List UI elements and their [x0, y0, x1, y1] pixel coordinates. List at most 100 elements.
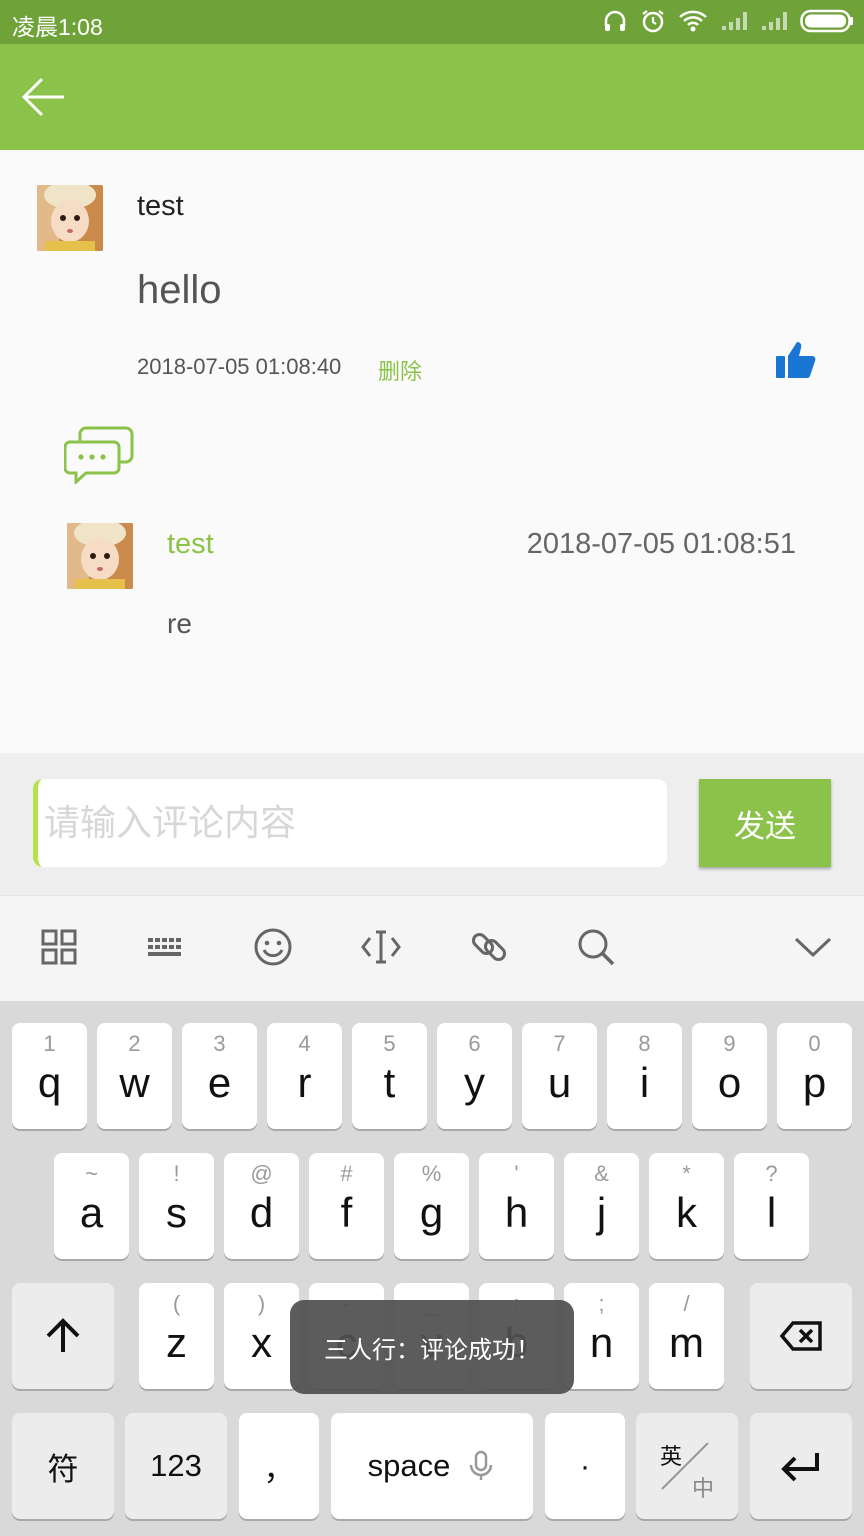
key-hint: 5	[383, 1031, 396, 1056]
key-x[interactable]: ) x	[224, 1283, 299, 1389]
key-label: i	[639, 1059, 650, 1106]
battery-icon	[800, 9, 853, 33]
symbols-key[interactable]: 符	[12, 1413, 114, 1519]
key-z[interactable]: (z	[139, 1283, 214, 1389]
diagonal-divider-icon	[661, 1442, 709, 1490]
chevron-down-icon[interactable]	[792, 926, 834, 968]
key-o[interactable]: 9o	[692, 1023, 767, 1129]
search-icon[interactable]	[575, 926, 617, 968]
key-label: x	[251, 1319, 272, 1366]
key-label: r	[297, 1059, 312, 1106]
key-m[interactable]: / m	[649, 1283, 724, 1389]
key-hint: /	[683, 1291, 690, 1316]
key-h[interactable]: ' h	[479, 1153, 554, 1259]
period-key[interactable]: ·	[545, 1413, 625, 1519]
key-hint: 1	[43, 1031, 56, 1056]
key-a[interactable]: ~ a	[54, 1153, 129, 1259]
send-button[interactable]: 发送	[699, 779, 831, 867]
key-f[interactable]: # f	[309, 1153, 384, 1259]
delete-link[interactable]: 删除	[378, 354, 422, 386]
reply-username: test	[167, 528, 214, 560]
key-hint: !	[173, 1161, 180, 1186]
key-u[interactable]: 7u	[522, 1023, 597, 1129]
key-label: o	[717, 1059, 742, 1106]
key-t[interactable]: 5t	[352, 1023, 427, 1129]
key-label: l	[766, 1189, 777, 1236]
key-p[interactable]: 0p	[777, 1023, 852, 1129]
key-hint: '	[514, 1161, 519, 1186]
keyboard-toolbar	[0, 895, 864, 1001]
signal-icon-2	[762, 12, 787, 30]
key-hint: ?	[765, 1161, 778, 1186]
language-switch-key[interactable]: 英 中	[636, 1413, 738, 1519]
avatar	[37, 185, 103, 251]
key-hint: 6	[468, 1031, 481, 1056]
key-hint: ;	[598, 1291, 605, 1316]
key-r[interactable]: 4r	[267, 1023, 342, 1129]
key-label: h	[504, 1189, 529, 1236]
key-label: m	[669, 1319, 704, 1366]
comment-username: test	[137, 190, 184, 222]
key-l[interactable]: ? l	[734, 1153, 809, 1259]
app-bar	[0, 44, 864, 150]
status-time: 凌晨1:08	[12, 14, 103, 40]
reply-avatar	[67, 523, 133, 589]
key-label: u	[547, 1059, 572, 1106]
key-label: z	[166, 1319, 187, 1366]
chat-bubbles-icon[interactable]	[64, 426, 136, 484]
toast-message: 三人行：评论成功！	[290, 1300, 574, 1394]
keyboard-icon[interactable]	[144, 926, 186, 968]
key-label: q	[37, 1059, 62, 1106]
key-label: space	[367, 1448, 451, 1483]
key-label: k	[676, 1189, 697, 1236]
key-label: f	[340, 1189, 353, 1236]
clipboard-link-icon[interactable]	[468, 926, 510, 968]
apps-grid-icon[interactable]	[38, 926, 80, 968]
wifi-icon	[679, 10, 707, 32]
comment-timestamp: 2018-07-05 01:08:40	[137, 354, 342, 379]
status-bar: 凌晨1:08	[0, 0, 864, 44]
shift-key[interactable]	[12, 1283, 114, 1389]
comma-key[interactable]: ，	[239, 1413, 319, 1519]
key-j[interactable]: & j	[564, 1153, 639, 1259]
key-label: e	[207, 1059, 232, 1106]
key-label: d	[249, 1189, 274, 1236]
key-hint: ~	[85, 1161, 98, 1186]
key-label: ，	[263, 1451, 295, 1487]
key-hint: )	[257, 1291, 266, 1316]
emoji-icon[interactable]	[252, 926, 294, 968]
thumbs-up-icon[interactable]	[774, 338, 818, 382]
reply-timestamp: 2018-07-05 01:08:51	[526, 528, 796, 560]
key-label: t	[383, 1059, 396, 1106]
backspace-key[interactable]	[750, 1283, 852, 1389]
key-s[interactable]: ! s	[139, 1153, 214, 1259]
comment-input[interactable]	[33, 779, 667, 867]
back-arrow-icon[interactable]	[20, 74, 68, 120]
key-hint: 7	[553, 1031, 566, 1056]
enter-key[interactable]	[750, 1413, 852, 1519]
key-d[interactable]: @ d	[224, 1153, 299, 1259]
key-label: y	[464, 1059, 485, 1106]
key-k[interactable]: * k	[649, 1153, 724, 1259]
enter-arrow-icon	[781, 1453, 819, 1482]
cursor-move-icon[interactable]	[360, 926, 402, 968]
key-i[interactable]: 8i	[607, 1023, 682, 1129]
key-label: w	[119, 1059, 150, 1106]
key-q[interactable]: 1q	[12, 1023, 87, 1129]
soft-keyboard: 1q 2w 3e 4r 5t 6y 7u 8i 9o 0p ~ a ! s @ d #…	[0, 1001, 864, 1536]
shift-arrow-icon	[46, 1318, 80, 1352]
key-label: j	[596, 1189, 607, 1236]
key-label: s	[166, 1189, 187, 1236]
space-key[interactable]: space	[331, 1413, 533, 1519]
key-y[interactable]: 6y	[437, 1023, 512, 1129]
key-w[interactable]: 2w	[97, 1023, 172, 1129]
key-label: ·	[579, 1448, 591, 1483]
numbers-key[interactable]: 123	[125, 1413, 227, 1519]
key-hint: 9	[723, 1031, 736, 1056]
key-label: p	[802, 1059, 827, 1106]
key-g[interactable]: % g	[394, 1153, 469, 1259]
key-e[interactable]: 3e	[182, 1023, 257, 1129]
key-n[interactable]: ; n	[564, 1283, 639, 1389]
backspace-icon	[779, 1321, 822, 1351]
alarm-icon	[642, 10, 664, 33]
